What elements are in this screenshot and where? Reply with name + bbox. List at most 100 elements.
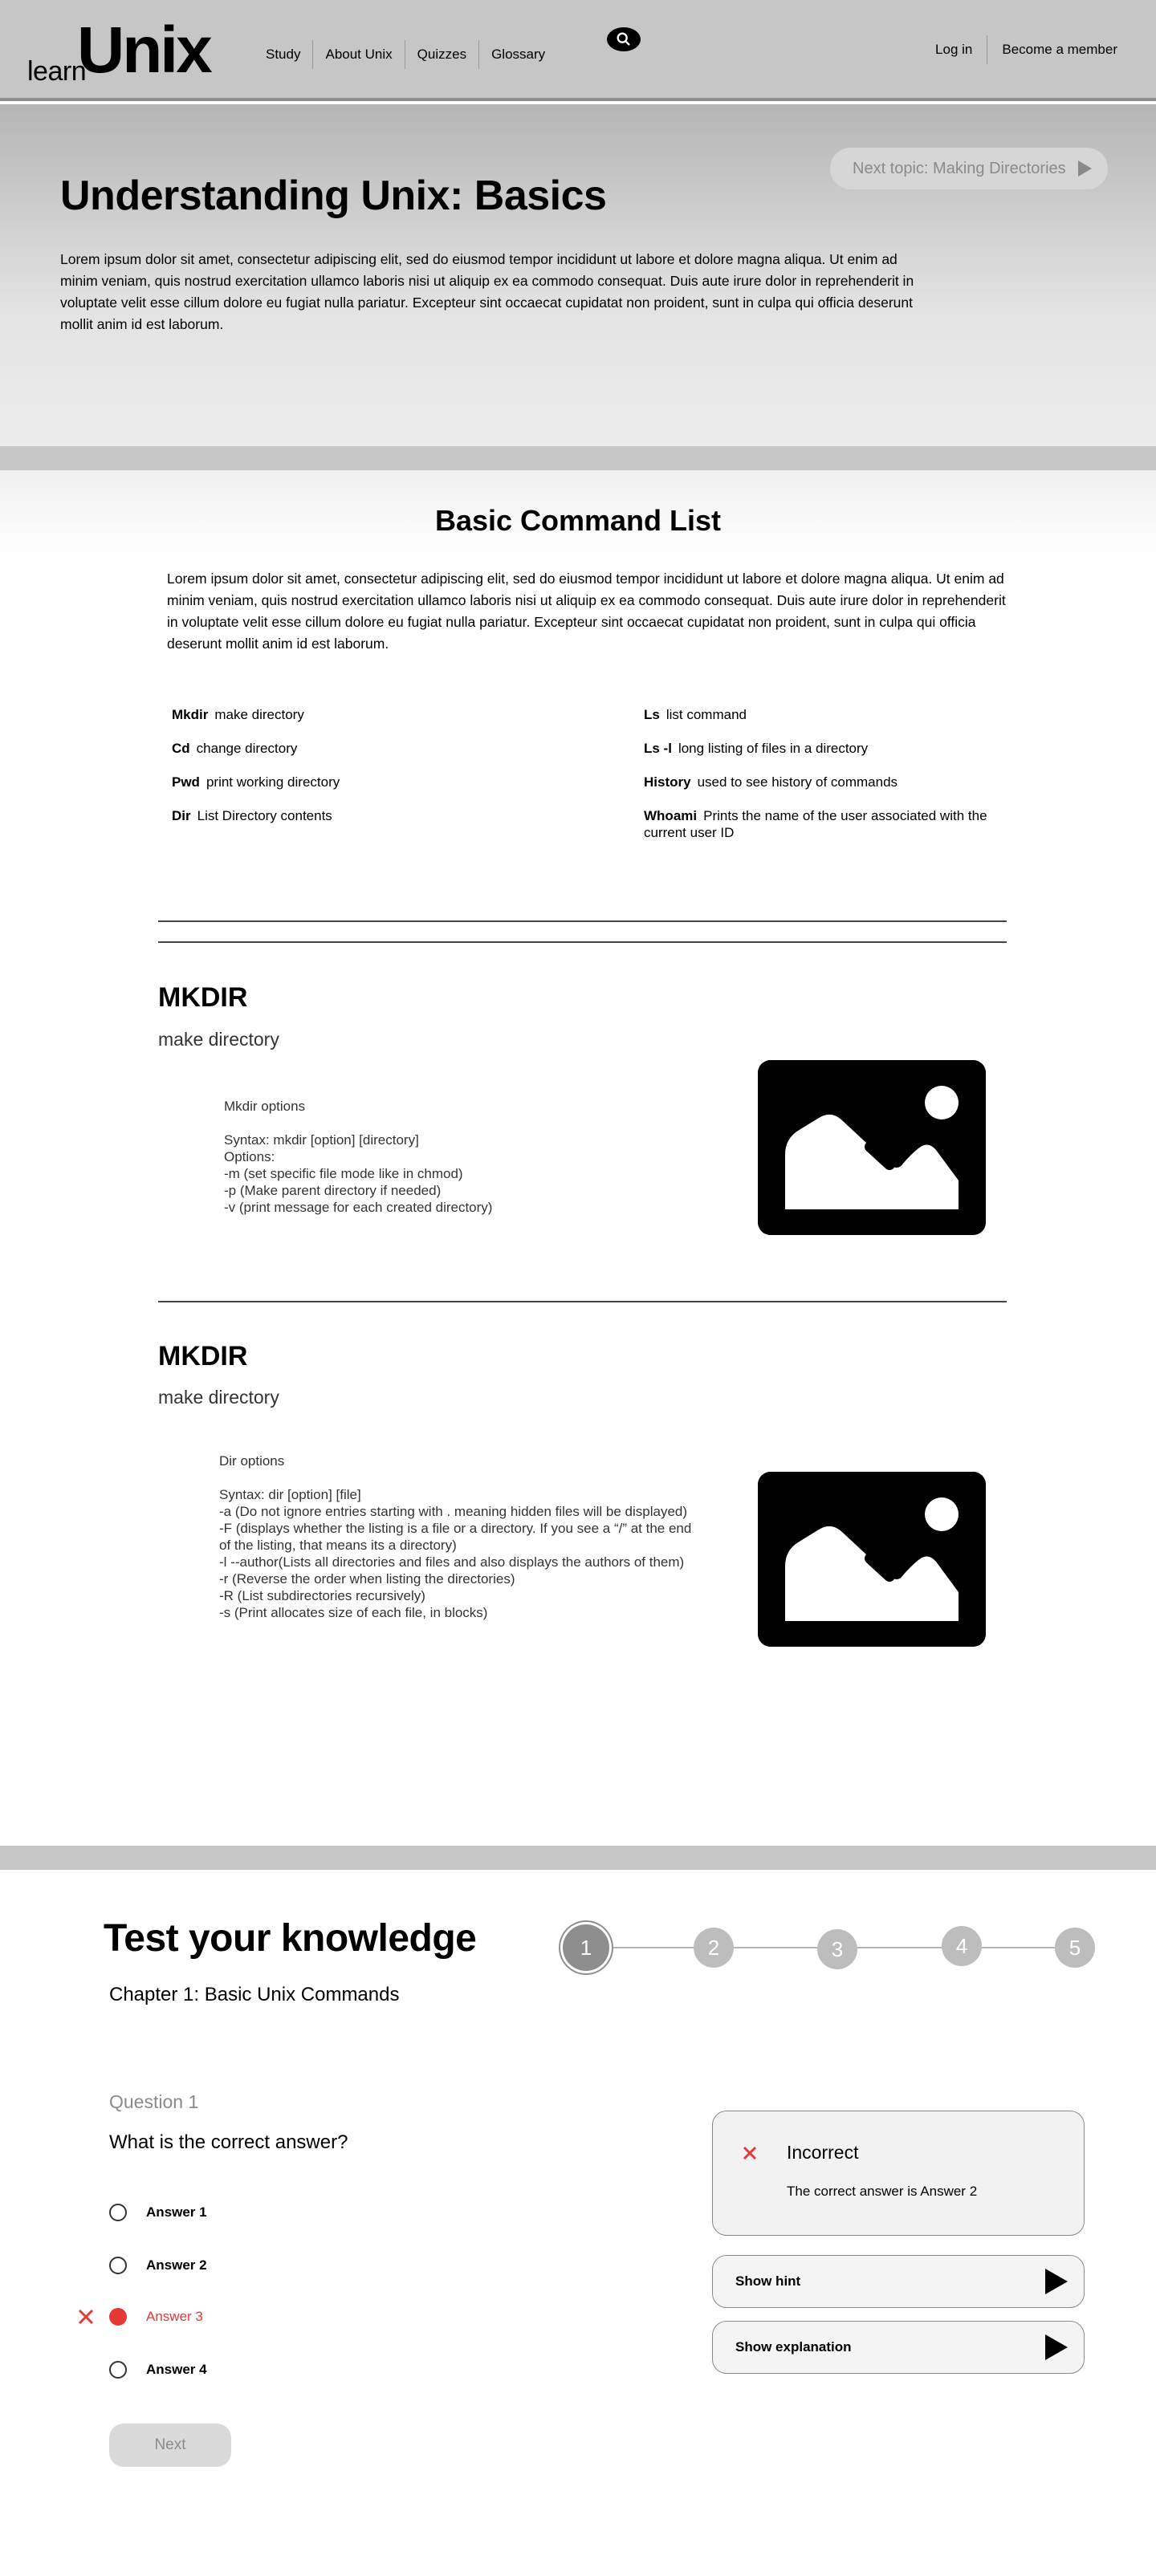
command-item: Ls -l long listing of files in a director… <box>644 740 1021 757</box>
logo[interactable]: learn Unix <box>27 18 213 87</box>
command-list-section: Basic Command List Lorem ipsum dolor sit… <box>0 470 1156 1846</box>
answer-label: Answer 1 <box>146 2204 207 2220</box>
step-1[interactable]: 1 <box>563 1924 609 1971</box>
option-line: Syntax: dir [option] [file] <box>219 1487 361 1502</box>
command-name: Ls -l <box>644 741 672 756</box>
options-block: Dir options Syntax: dir [option] [file] … <box>219 1453 693 1621</box>
play-arrow-icon <box>1045 2334 1068 2360</box>
image-placeholder <box>758 1060 986 1235</box>
command-desc: make directory <box>214 707 304 722</box>
option-line: -F (displays whether the listing is a fi… <box>219 1521 692 1553</box>
command-name: Cd <box>172 741 190 756</box>
search-icon <box>617 32 630 46</box>
nav-glossary[interactable]: Glossary <box>479 40 557 69</box>
step-4[interactable]: 4 <box>942 1926 982 1966</box>
section-divider-band <box>0 1846 1156 1870</box>
answer-label: Answer 2 <box>146 2257 207 2273</box>
feedback-title: Incorrect <box>787 2142 859 2163</box>
divider-line <box>158 920 1007 922</box>
incorrect-x-icon <box>78 2309 94 2325</box>
option-line: -v (print message for each created direc… <box>224 1200 493 1215</box>
option-line: -R (List subdirectories recursively) <box>219 1588 425 1603</box>
hero-section: Next topic: Making Directories Understan… <box>0 104 1156 446</box>
command-name: Mkdir <box>172 707 209 722</box>
show-hint-label: Show hint <box>735 2273 801 2289</box>
question-text: What is the correct answer? <box>109 2131 348 2153</box>
option-line: -p (Make parent directory if needed) <box>224 1183 442 1198</box>
command-item: Dir List Directory contents <box>172 807 332 824</box>
radio-button[interactable] <box>109 2257 127 2274</box>
section-divider-band <box>0 446 1156 470</box>
answer-label: Answer 3 <box>146 2309 203 2324</box>
step-3[interactable]: 3 <box>817 1929 857 1969</box>
incorrect-x-icon <box>743 2146 757 2160</box>
auth-links: Log in Become a member <box>921 35 1132 64</box>
section-subtitle: make directory <box>158 1029 279 1050</box>
login-link[interactable]: Log in <box>921 35 987 64</box>
divider-line <box>158 1301 1007 1302</box>
image-placeholder-icon <box>758 1472 986 1647</box>
main-nav: Study About Unix Quizzes Glossary <box>254 40 557 69</box>
answer-label: Answer 4 <box>146 2362 207 2377</box>
page-title: Understanding Unix: Basics <box>60 173 607 219</box>
quiz-title: Test your knowledge <box>104 1917 477 1960</box>
command-desc: print working directory <box>206 774 340 790</box>
radio-button[interactable] <box>109 2204 127 2221</box>
options-block: Mkdir options Syntax: mkdir [option] [di… <box>224 1098 674 1216</box>
option-line: Syntax: mkdir [option] [directory] <box>224 1132 419 1148</box>
answer-option-selected[interactable]: Answer 3 <box>109 2306 203 2327</box>
radio-button-selected[interactable] <box>109 2308 127 2326</box>
command-item: Cd change directory <box>172 740 297 757</box>
become-member-link[interactable]: Become a member <box>987 35 1132 64</box>
show-explanation-button[interactable]: Show explanation <box>712 2321 1085 2374</box>
play-arrow-icon <box>1045 2269 1068 2294</box>
answer-option[interactable]: Answer 1 <box>109 2202 207 2223</box>
quiz-section: Test your knowledge Chapter 1: Basic Uni… <box>0 1870 1156 2576</box>
nav-about-unix[interactable]: About Unix <box>313 40 404 69</box>
next-button[interactable]: Next <box>109 2424 231 2467</box>
command-name: Dir <box>172 808 191 823</box>
step-5[interactable]: 5 <box>1055 1928 1095 1968</box>
feedback-text: The correct answer is Answer 2 <box>787 2184 978 2199</box>
command-list-description: Lorem ipsum dolor sit amet, consectetur … <box>167 571 1006 652</box>
option-line: -m (set specific file mode like in chmod… <box>224 1166 463 1181</box>
command-desc: used to see history of commands <box>697 774 898 790</box>
option-line: -a (Do not ignore entries starting with … <box>219 1504 688 1519</box>
option-line: -l --author(Lists all directories and fi… <box>219 1554 685 1570</box>
step-2[interactable]: 2 <box>694 1928 734 1968</box>
answer-option[interactable]: Answer 2 <box>109 2255 207 2276</box>
play-arrow-icon <box>1078 160 1092 177</box>
option-line: -r (Reverse the order when listing the d… <box>219 1571 515 1587</box>
show-explanation-label: Show explanation <box>735 2339 852 2355</box>
search-button[interactable] <box>607 27 641 51</box>
next-topic-label: Next topic: Making Directories <box>853 159 1066 177</box>
command-item: Whoami Prints the name of the user associ… <box>644 807 1021 841</box>
command-item: Ls list command <box>644 706 1021 723</box>
nav-study[interactable]: Study <box>254 40 312 69</box>
next-topic-button[interactable]: Next topic: Making Directories <box>830 148 1108 189</box>
command-desc: change directory <box>196 741 298 756</box>
logo-unix-text: Unix <box>77 14 213 87</box>
divider-line <box>158 941 1007 943</box>
nav-quizzes[interactable]: Quizzes <box>405 40 478 69</box>
section-title: MKDIR <box>158 1341 248 1371</box>
image-placeholder <box>758 1472 986 1647</box>
command-item: Pwd print working directory <box>172 774 340 790</box>
image-placeholder-icon <box>758 1060 986 1235</box>
command-list-title: Basic Command List <box>434 504 722 537</box>
question-label: Question 1 <box>109 2091 199 2112</box>
command-desc: long listing of files in a directory <box>678 741 869 756</box>
section-subtitle: make directory <box>158 1387 279 1408</box>
options-heading: Mkdir options <box>224 1099 306 1114</box>
radio-button[interactable] <box>109 2361 127 2379</box>
show-hint-button[interactable]: Show hint <box>712 2255 1085 2308</box>
feedback-card: Incorrect The correct answer is Answer 2 <box>712 2111 1085 2236</box>
option-line: Options: <box>224 1149 275 1164</box>
command-name: History <box>644 774 691 790</box>
command-name: Pwd <box>172 774 200 790</box>
answer-option[interactable]: Answer 4 <box>109 2359 207 2380</box>
quiz-chapter: Chapter 1: Basic Unix Commands <box>109 1984 400 2005</box>
hero-description: Lorem ipsum dolor sit amet, consectetur … <box>60 251 914 332</box>
section-title: MKDIR <box>158 982 248 1013</box>
command-desc: List Directory contents <box>197 808 332 823</box>
